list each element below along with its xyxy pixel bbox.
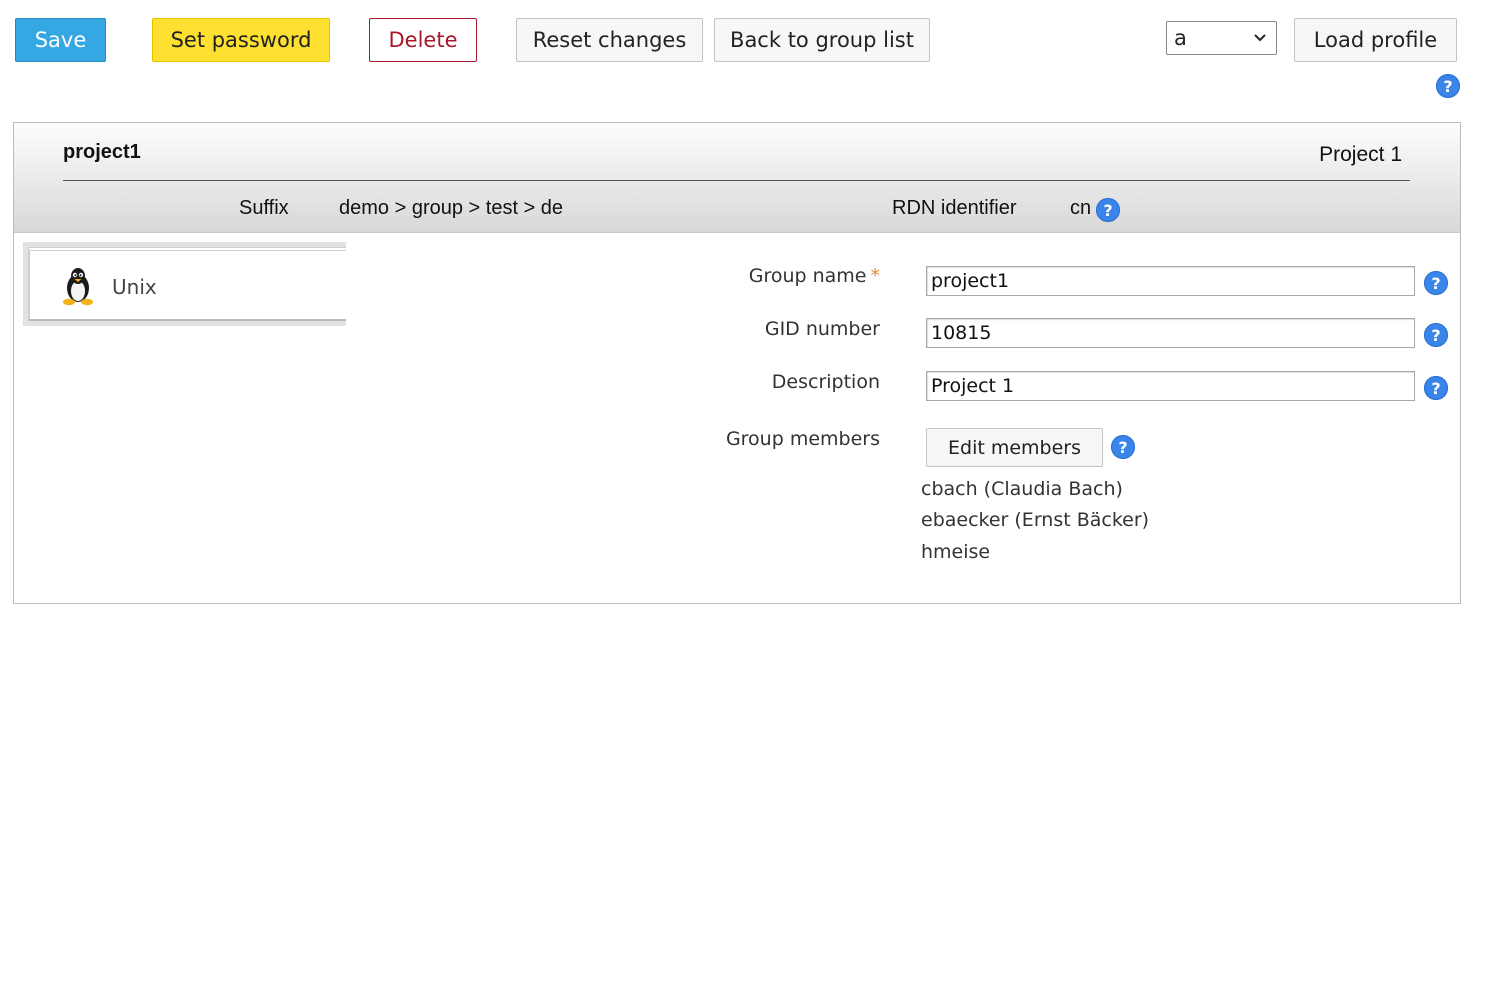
delete-button[interactable]: Delete (369, 18, 477, 62)
group-name-label-text: Group name (748, 265, 867, 287)
linux-penguin-icon (60, 266, 96, 310)
description-input[interactable] (926, 371, 1415, 401)
page-title: project1 (63, 141, 141, 163)
member-item: cbach (Claudia Bach) (921, 478, 1123, 500)
reset-changes-button[interactable]: Reset changes (516, 18, 703, 62)
member-item: ebaecker (Ernst Bäcker) (921, 509, 1150, 531)
group-name-help-icon[interactable]: ? (1424, 271, 1448, 295)
tab-unix[interactable]: Unix (23, 242, 346, 326)
tab-unix-frame: Unix (29, 250, 346, 321)
chevron-down-icon (1252, 28, 1268, 53)
tab-unix-label: Unix (112, 275, 157, 299)
suffix-value: demo > group > test > de (339, 197, 564, 219)
header-divider (63, 180, 1410, 181)
help-icon[interactable]: ? (1436, 74, 1460, 98)
description-label: Description (771, 371, 880, 393)
back-to-group-list-button[interactable]: Back to group list (714, 18, 930, 62)
rdn-label: RDN identifier (892, 197, 1017, 219)
group-edit-panel: project1 Project 1 Suffix demo > group >… (13, 122, 1461, 604)
gid-input[interactable] (926, 318, 1415, 348)
description-help-icon[interactable]: ? (1424, 376, 1448, 400)
suffix-label: Suffix (239, 197, 289, 219)
rdn-help-icon[interactable]: ? (1096, 198, 1120, 222)
member-item: hmeise (921, 541, 991, 563)
edit-members-button[interactable]: Edit members (926, 428, 1103, 467)
page-description: Project 1 (1319, 143, 1402, 166)
load-profile-button[interactable]: Load profile (1294, 18, 1457, 62)
save-button[interactable]: Save (15, 18, 106, 62)
set-password-button[interactable]: Set password (152, 18, 330, 62)
panel-header: project1 Project 1 Suffix demo > group >… (14, 123, 1460, 233)
group-name-input[interactable] (926, 266, 1415, 296)
gid-help-icon[interactable]: ? (1424, 323, 1448, 347)
members-help-icon[interactable]: ? (1111, 435, 1135, 459)
gid-label: GID number (764, 318, 880, 340)
required-marker: * (870, 265, 881, 287)
profile-select-value: a (1174, 26, 1187, 50)
group-name-label: Group name * (749, 265, 880, 287)
profile-select[interactable]: a (1166, 21, 1277, 55)
rdn-value: cn (1070, 197, 1092, 219)
group-members-label: Group members (725, 428, 880, 450)
